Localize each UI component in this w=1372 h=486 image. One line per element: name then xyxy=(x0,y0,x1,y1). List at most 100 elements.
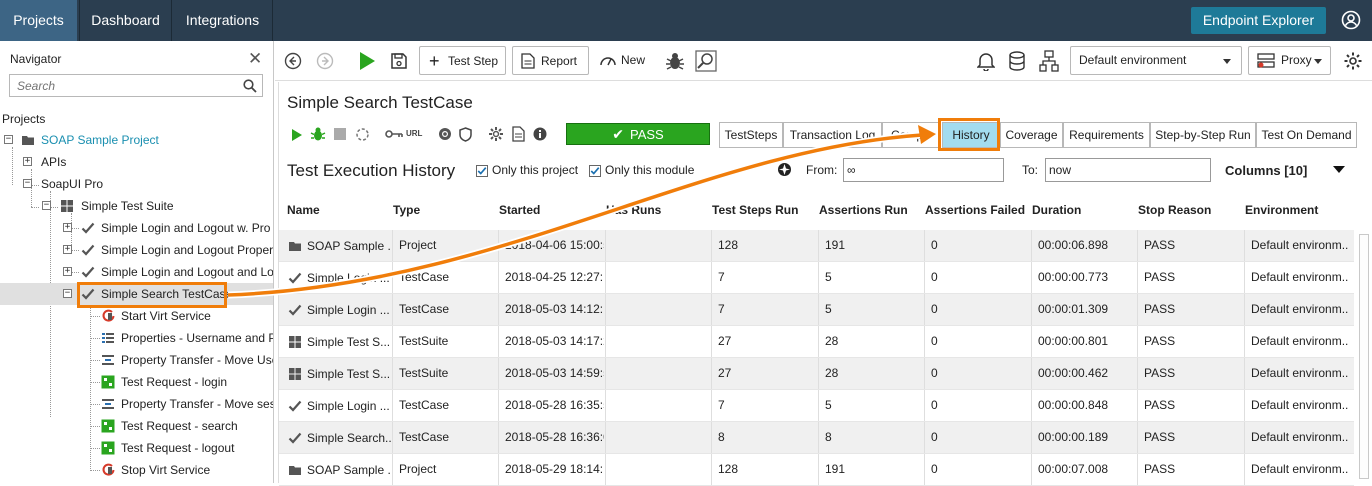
debug-icon[interactable] xyxy=(310,126,326,142)
table-row[interactable]: Simple Test S... TestSuite 2018-05-03 14:1… xyxy=(279,326,1354,358)
tab-step-by-step-run[interactable]: Step-by-Step Run xyxy=(1150,122,1256,148)
collapse-icon[interactable]: − xyxy=(63,289,72,298)
tab-compliance[interactable]: Compl xyxy=(882,122,940,148)
column-header-stop-reason[interactable]: Stop Reason xyxy=(1138,203,1211,217)
tree-item-test-step[interactable]: Test Request - login xyxy=(0,371,273,393)
scrollbar-thumb[interactable] xyxy=(1359,234,1369,479)
tree-item-test-step[interactable]: Test Request - logout xyxy=(0,437,273,459)
tab-requirements[interactable]: Requirements xyxy=(1063,122,1150,148)
tree-item-test-step[interactable]: Property Transfer - Move ses xyxy=(0,393,273,415)
from-date-input[interactable]: ∞ xyxy=(843,158,1004,182)
chevron-down-icon[interactable] xyxy=(1333,166,1345,173)
column-header-type[interactable]: Type xyxy=(393,203,420,217)
tree-item-testcase[interactable]: + Simple Login and Logout Proper xyxy=(0,239,273,261)
table-row[interactable]: Simple Search... TestCase 2018-05-28 16:36… xyxy=(279,422,1354,454)
column-header-started[interactable]: Started xyxy=(499,203,540,217)
save-icon[interactable] xyxy=(390,52,408,70)
cell-assertions: 5 xyxy=(818,262,924,293)
tab-projects[interactable]: Projects xyxy=(0,0,77,41)
tab-teststeps[interactable]: TestSteps xyxy=(719,122,783,148)
column-header-has-runs[interactable]: Has Runs xyxy=(606,203,661,217)
tab-transaction-log[interactable]: Transaction Log xyxy=(783,122,882,148)
table-row[interactable]: Simple Login ... TestCase 2018-04-25 12:27… xyxy=(279,262,1354,294)
tree-item-apis[interactable]: + APIs xyxy=(0,151,273,173)
stop-icon[interactable] xyxy=(333,127,347,141)
scrollbar[interactable] xyxy=(1357,230,1371,483)
tab-integrations[interactable]: Integrations xyxy=(173,0,273,41)
column-header-duration[interactable]: Duration xyxy=(1032,203,1081,217)
endpoint-explorer-button[interactable]: Endpoint Explorer xyxy=(1191,7,1326,34)
cell-assertions: 8 xyxy=(818,422,924,453)
tree-item-testcase[interactable]: + Simple Login and Logout w. Pro xyxy=(0,217,273,239)
chevron-down-icon xyxy=(1314,59,1322,64)
check-icon xyxy=(288,303,302,317)
column-header-test-steps-run[interactable]: Test Steps Run xyxy=(712,203,798,217)
column-header-assertions-run[interactable]: Assertions Run xyxy=(819,203,908,217)
to-date-input[interactable]: now xyxy=(1045,158,1211,182)
tree-item-test-step[interactable]: Start Virt Service xyxy=(0,305,273,327)
gear-icon[interactable] xyxy=(1343,51,1363,71)
expand-icon[interactable]: + xyxy=(63,223,72,232)
inspect-icon[interactable] xyxy=(695,50,717,72)
search-input[interactable] xyxy=(10,75,232,96)
tree-item-soap-sample-project[interactable]: − SOAP Sample Project xyxy=(0,129,273,151)
new-button[interactable]: New xyxy=(599,46,645,75)
tab-coverage[interactable]: Coverage xyxy=(1000,122,1063,148)
column-header-assertions-failed[interactable]: Assertions Failed xyxy=(925,203,1025,217)
back-icon[interactable] xyxy=(284,52,302,70)
report-button[interactable]: Report xyxy=(512,46,589,75)
only-project-checkbox[interactable] xyxy=(476,165,488,177)
gear-icon[interactable] xyxy=(488,126,504,142)
table-row[interactable]: Simple Login ... TestCase 2018-05-28 16:35… xyxy=(279,390,1354,422)
columns-selector[interactable]: Columns [10] xyxy=(1225,163,1307,178)
record-icon[interactable] xyxy=(438,127,452,141)
check-icon xyxy=(590,167,600,175)
tree-item-simple-test-suite[interactable]: − Simple Test Suite xyxy=(0,195,273,217)
user-account-icon[interactable] xyxy=(1341,10,1361,30)
column-header-environment[interactable]: Environment xyxy=(1245,203,1318,217)
collapse-icon[interactable]: − xyxy=(4,135,13,144)
history-heading: Test Execution History xyxy=(287,161,456,180)
run-icon[interactable] xyxy=(291,128,303,142)
close-icon[interactable]: ✕ xyxy=(248,49,262,69)
cell-duration: 00:00:07.008 xyxy=(1031,454,1137,485)
proxy-button[interactable]: Proxy xyxy=(1248,46,1331,75)
collapse-icon[interactable]: − xyxy=(42,201,51,210)
column-header-name[interactable]: Name xyxy=(287,203,320,217)
cell-stop: PASS xyxy=(1137,390,1243,421)
forward-icon[interactable] xyxy=(316,52,334,70)
tree-item-test-step[interactable]: Property Transfer - Move Use xyxy=(0,349,273,371)
tree-item-soapui-pro[interactable]: − SoapUI Pro xyxy=(0,173,273,195)
expand-icon[interactable]: + xyxy=(63,245,72,254)
database-icon[interactable] xyxy=(1008,51,1026,71)
tree-item-test-step[interactable]: Stop Virt Service xyxy=(0,459,273,481)
search-icon[interactable] xyxy=(243,79,257,93)
add-test-step-button[interactable]: + Test Step xyxy=(419,46,506,75)
tree-item-test-step[interactable]: Properties - Username and P xyxy=(0,327,273,349)
bug-icon[interactable] xyxy=(664,50,686,72)
loop-icon[interactable] xyxy=(355,127,370,142)
expand-icon[interactable]: + xyxy=(63,267,72,276)
document-icon[interactable] xyxy=(512,126,525,142)
clear-filter-icon[interactable] xyxy=(777,162,792,177)
tab-test-on-demand[interactable]: Test On Demand xyxy=(1256,122,1357,148)
only-module-checkbox[interactable] xyxy=(589,165,601,177)
tree-item-test-step[interactable]: Test Request - search xyxy=(0,415,273,437)
tab-dashboard[interactable]: Dashboard xyxy=(79,0,172,41)
tree-item-testcase[interactable]: + Simple Login and Logout and Lo xyxy=(0,261,273,283)
url-label[interactable]: URL xyxy=(406,129,422,138)
info-icon[interactable] xyxy=(533,127,547,141)
bell-icon[interactable] xyxy=(977,51,995,71)
expand-icon[interactable]: + xyxy=(23,157,32,166)
collapse-icon[interactable]: − xyxy=(23,179,32,188)
cell-env: Default environm... xyxy=(1244,358,1349,389)
environment-select[interactable]: Default environment xyxy=(1070,46,1242,75)
shield-icon[interactable] xyxy=(459,127,472,142)
run-icon[interactable] xyxy=(358,51,376,71)
table-row[interactable]: Simple Test S... TestSuite 2018-05-03 14:5… xyxy=(279,358,1354,390)
network-icon[interactable] xyxy=(1039,50,1059,72)
key-icon[interactable] xyxy=(385,129,403,139)
table-row[interactable]: SOAP Sample ... Project 2018-05-29 18:14: 1… xyxy=(279,454,1354,486)
table-row[interactable]: Simple Login ... TestCase 2018-05-03 14:12… xyxy=(279,294,1354,326)
table-row[interactable]: SOAP Sample ...Project2018-04-06 15:00:5… xyxy=(279,230,1354,262)
